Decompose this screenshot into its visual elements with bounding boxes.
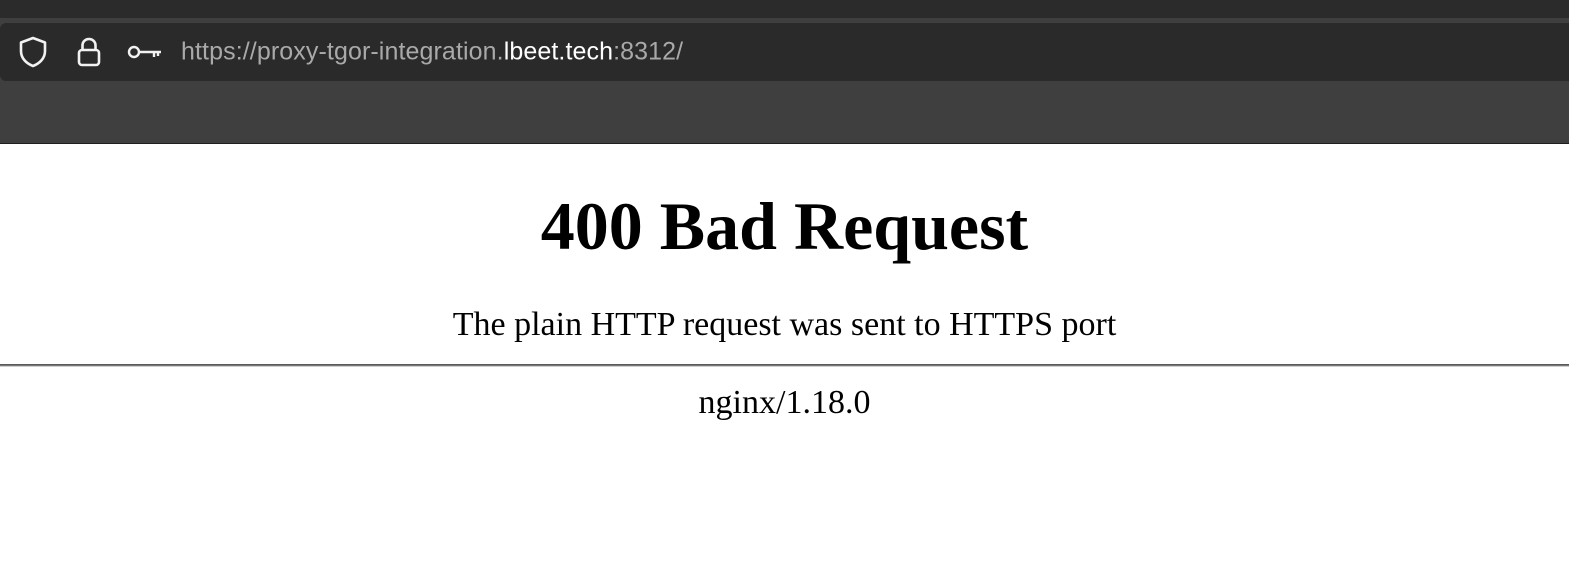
url-suffix: :8312/: [613, 37, 684, 66]
url-text[interactable]: https://proxy-tgor-integration.lbeet.tec…: [181, 38, 683, 67]
key-icon[interactable]: [127, 40, 163, 64]
error-message: The plain HTTP request was sent to HTTPS…: [452, 306, 1117, 343]
server-signature: nginx/1.18.0: [698, 384, 871, 421]
url-host: lbeet.tech: [503, 37, 614, 66]
page-content: 400 Bad Request The plain HTTP request w…: [0, 144, 1569, 585]
tab-strip: [0, 0, 1569, 18]
horizontal-rule: [0, 364, 1569, 367]
lock-icon[interactable]: [74, 36, 104, 68]
shield-icon[interactable]: [17, 36, 49, 68]
page-title: 400 Bad Request: [540, 188, 1029, 264]
address-bar[interactable]: https://proxy-tgor-integration.lbeet.tec…: [0, 23, 1569, 81]
browser-toolbar: https://proxy-tgor-integration.lbeet.tec…: [0, 0, 1569, 143]
url-prefix: https://proxy-tgor-integration.: [181, 37, 504, 66]
